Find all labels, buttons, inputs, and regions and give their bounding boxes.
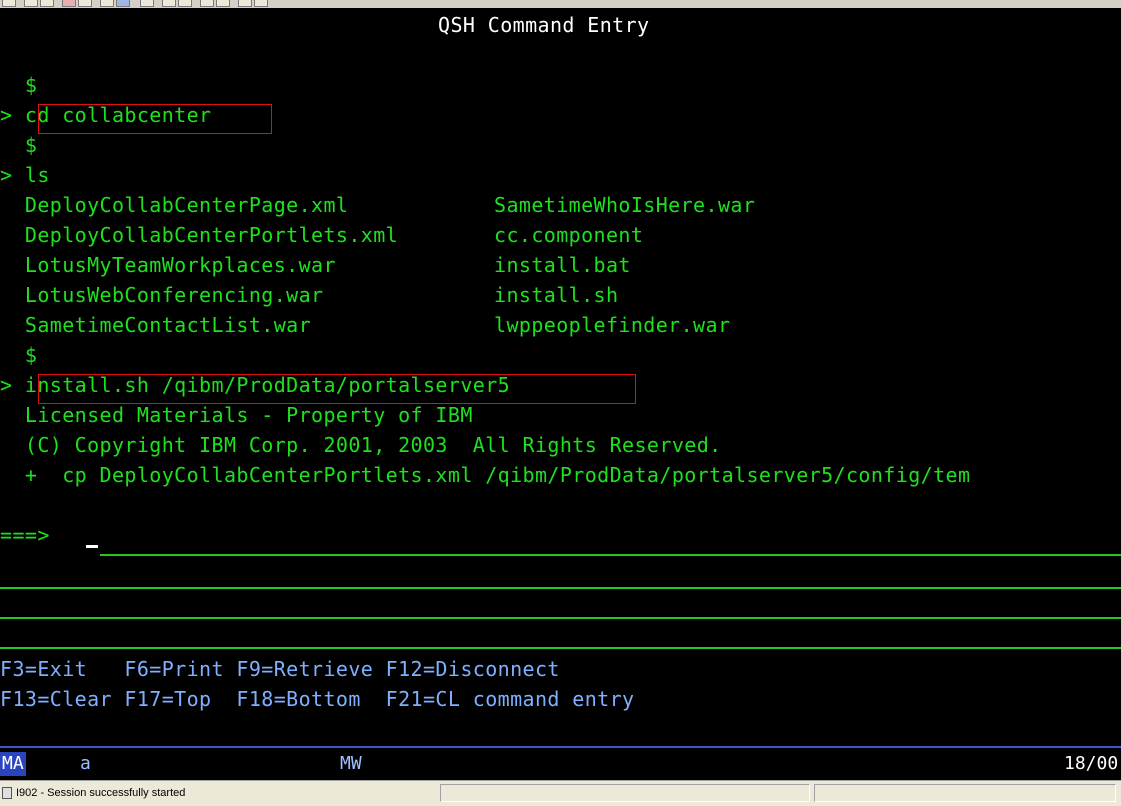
operator-info-area: MA a MW 18/00 <box>0 746 1121 780</box>
ls-item-right: cc.component <box>494 223 644 247</box>
oia-field-a: a <box>80 753 91 774</box>
output-line: $ <box>0 73 38 97</box>
toolbar-button-10[interactable] <box>178 0 192 7</box>
toolbar-button-8[interactable] <box>140 0 154 7</box>
toolbar-button-14[interactable] <box>254 0 268 7</box>
function-keys-line-1: F3=Exit F6=Print F9=Retrieve F12=Disconn… <box>0 657 560 681</box>
ls-item-left: DeployCollabCenterPortlets.xml <box>0 223 399 247</box>
highlight-box-install <box>38 374 636 404</box>
terminal-screen[interactable]: QSH Command Entry $ > cd collabcenter $ … <box>0 8 1121 746</box>
toolbar-button-9[interactable] <box>162 0 176 7</box>
toolbar-button-1[interactable] <box>2 0 16 7</box>
ls-item-left: LotusWebConferencing.war <box>0 283 324 307</box>
screen-title: QSH Command Entry <box>438 13 650 37</box>
ls-item-left: LotusMyTeamWorkplaces.war <box>0 253 336 277</box>
command-input-field[interactable] <box>100 554 1121 556</box>
text-cursor <box>86 545 98 548</box>
toolbar-button-11[interactable] <box>200 0 214 7</box>
ls-item-left: SametimeContactList.war <box>0 313 312 337</box>
command-input-line-4[interactable] <box>0 647 1121 649</box>
ls-item-right: install.sh <box>494 283 619 307</box>
toolbar-button-3[interactable] <box>40 0 54 7</box>
command-line-ls: > ls <box>0 163 50 187</box>
status-pane <box>440 784 810 802</box>
toolbar-button-13[interactable] <box>238 0 252 7</box>
cursor-position: 18/00 <box>1064 753 1119 774</box>
output-line: + cp DeployCollabCenterPortlets.xml /qib… <box>0 463 971 487</box>
ls-item-right: lwppeoplefinder.war <box>494 313 731 337</box>
toolbar-button-7[interactable] <box>116 0 130 7</box>
status-message: I902 - Session successfully started <box>16 787 186 799</box>
output-line: Licensed Materials - Property of IBM <box>0 403 473 427</box>
toolbar-button-2[interactable] <box>24 0 38 7</box>
status-bar: I902 - Session successfully started <box>0 780 1121 806</box>
input-indicator: MA <box>0 752 26 776</box>
command-prompt: ===> <box>0 523 50 547</box>
toolbar-button-12[interactable] <box>216 0 230 7</box>
ls-item-left: DeployCollabCenterPage.xml <box>0 193 349 217</box>
session-status-icon <box>2 787 12 799</box>
output-line: $ <box>0 133 38 157</box>
output-line: $ <box>0 343 38 367</box>
status-pane <box>814 784 1116 802</box>
ls-item-right: install.bat <box>494 253 631 277</box>
function-keys-line-2: F13=Clear F17=Top F18=Bottom F21=CL comm… <box>0 687 635 711</box>
command-input-line-2[interactable] <box>0 587 1121 589</box>
toolbar-button-6[interactable] <box>100 0 114 7</box>
toolbar-button-4[interactable] <box>62 0 76 7</box>
toolbar-button-5[interactable] <box>78 0 92 7</box>
output-line: (C) Copyright IBM Corp. 2001, 2003 All R… <box>0 433 722 457</box>
oia-mode: MW <box>340 753 362 774</box>
command-input-line-3[interactable] <box>0 617 1121 619</box>
highlight-box-cd <box>38 104 272 134</box>
ls-item-right: SametimeWhoIsHere.war <box>494 193 756 217</box>
